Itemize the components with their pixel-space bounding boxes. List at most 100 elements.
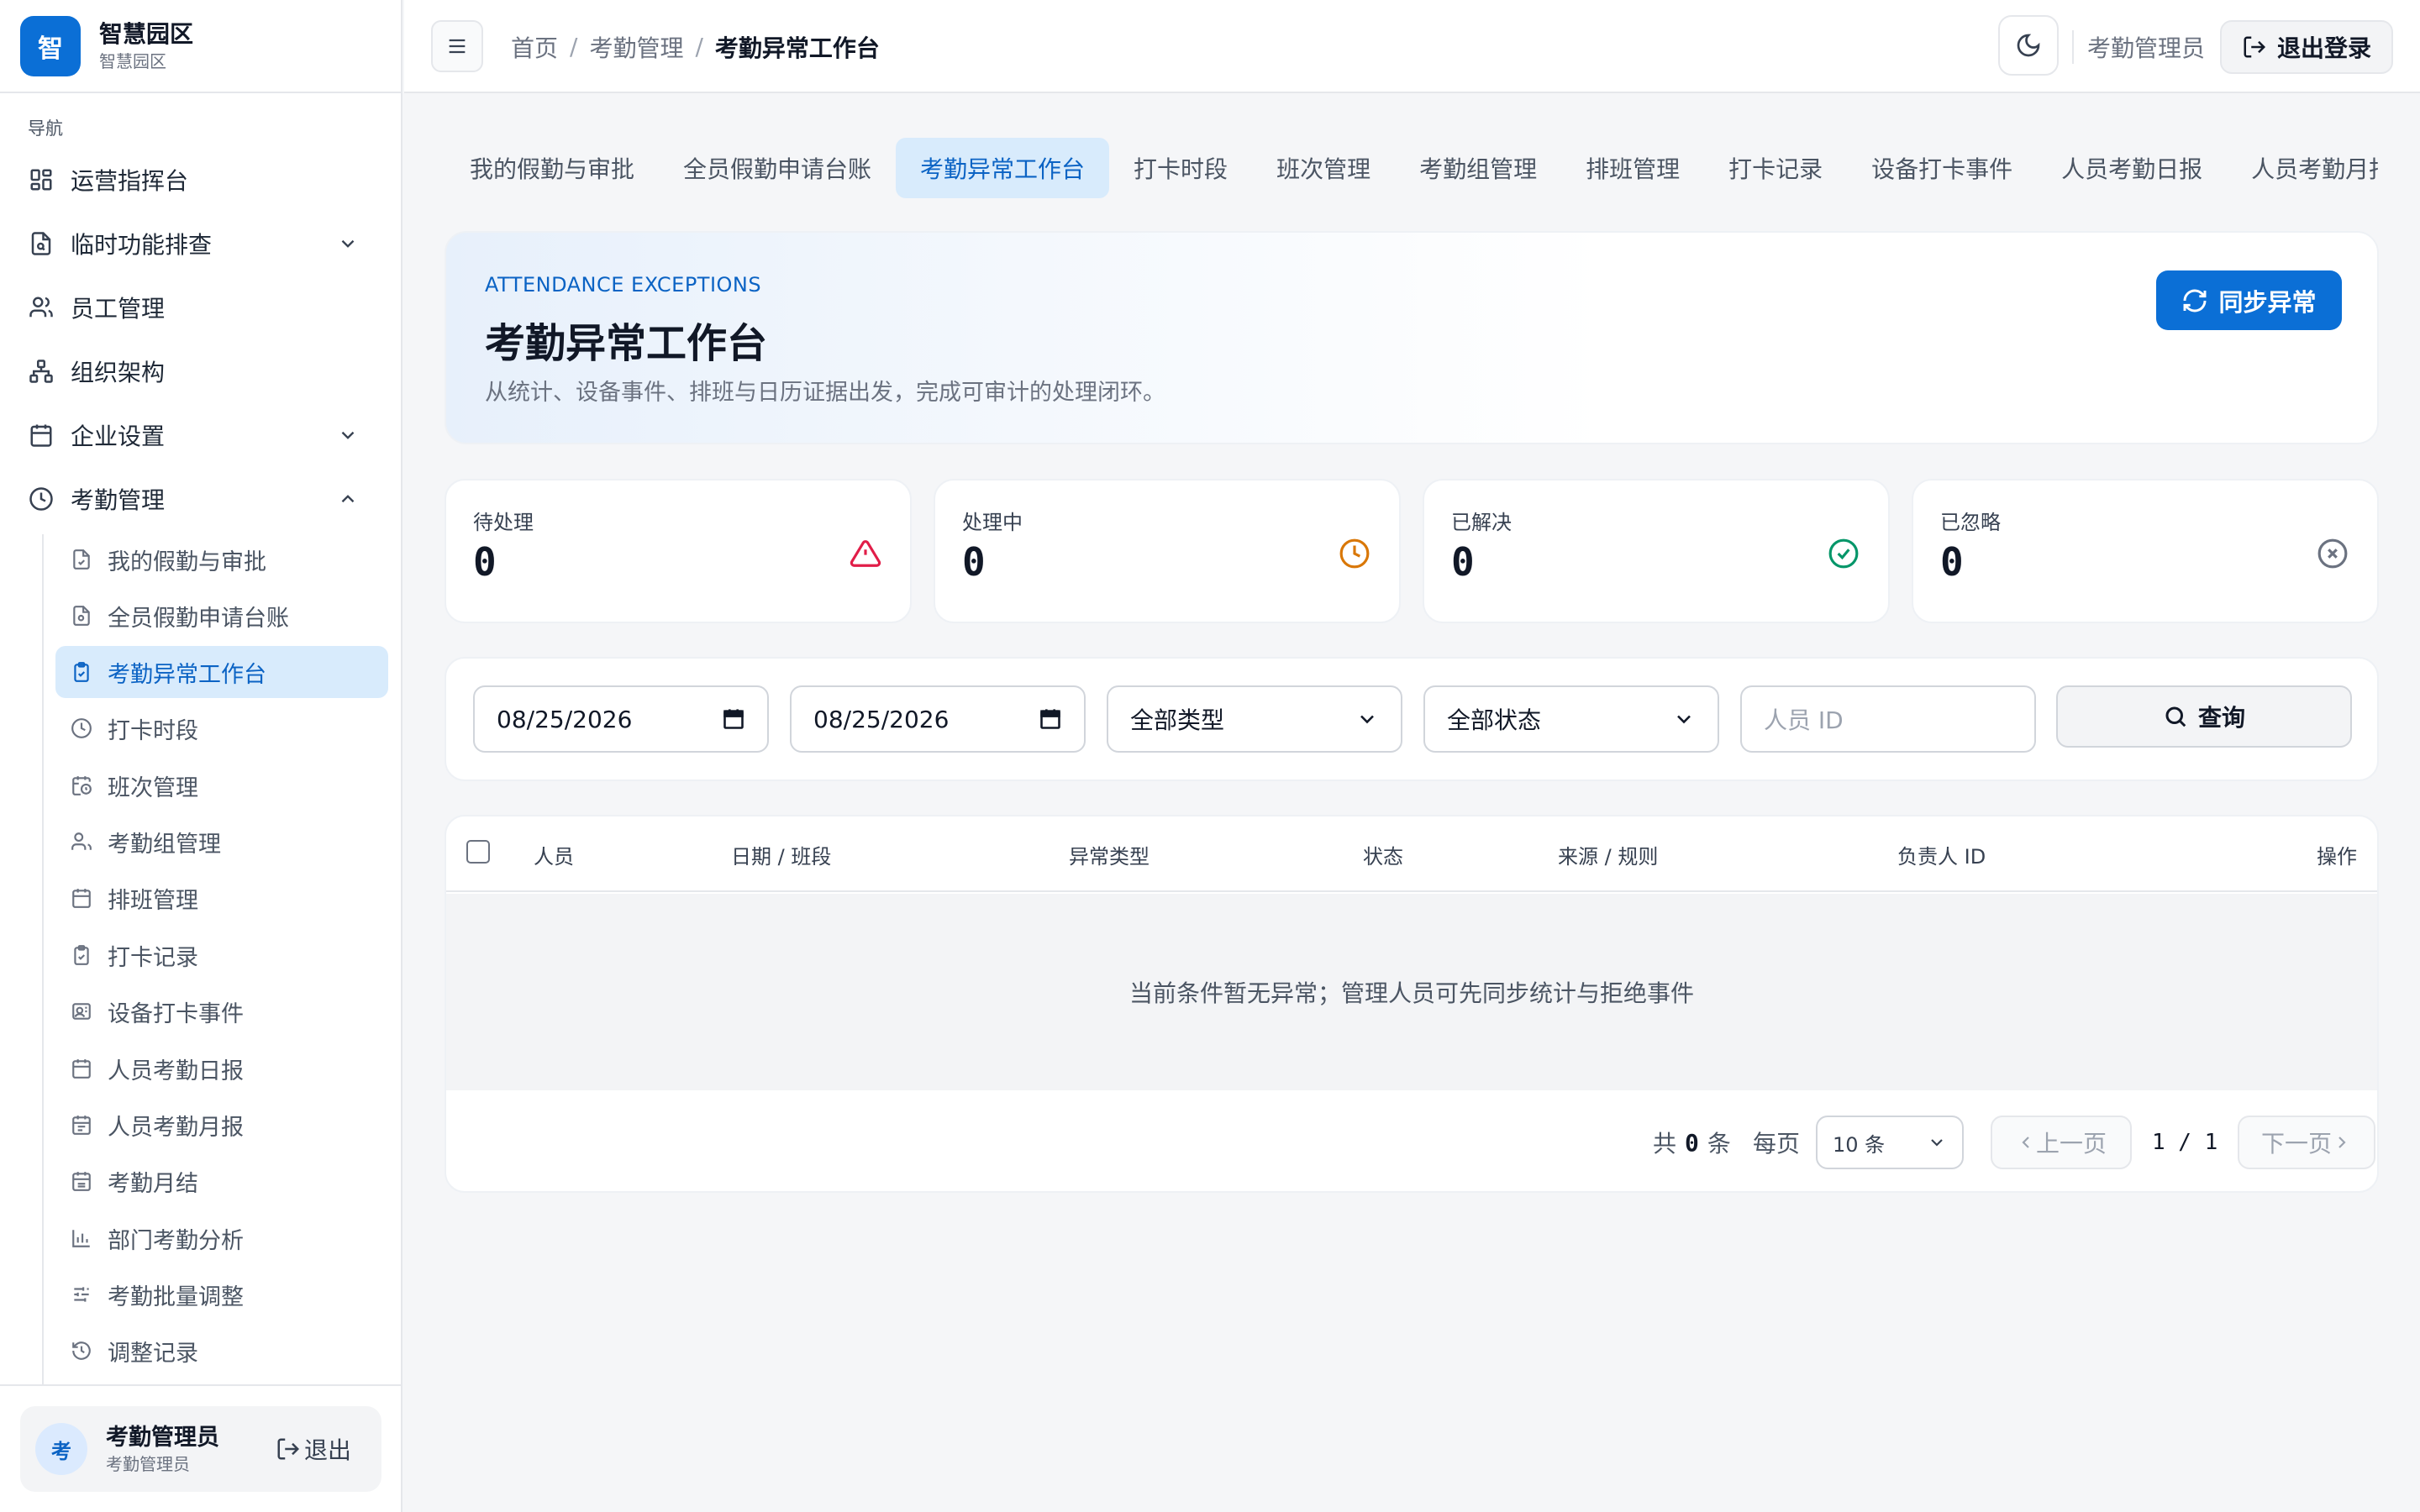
sidebar-subitem-daily-report[interactable]: 人员考勤日报 [55,1042,388,1095]
calendar-icon[interactable] [722,707,745,731]
calendar-check-icon [71,1170,92,1192]
sidebar-item-temp-debug[interactable]: 临时功能排查 [17,217,384,270]
theme-toggle-button[interactable] [1998,15,2059,76]
sidebar-item-enterprise-settings[interactable]: 企业设置 [17,408,384,462]
logout-button[interactable]: 退出登录 [2220,20,2393,74]
user-name: 考勤管理员 [106,1425,219,1451]
query-button[interactable]: 查询 [2056,685,2352,748]
pagination: 共0条 每页 10 条 上一页 1 / 1 下一页 [446,1090,2377,1191]
page-hero: ATTENDANCE EXCEPTIONS 考勤异常工作台 从统计、设备事件、排… [445,231,2379,444]
stat-card-processing: 处理中 0 [934,479,1401,623]
sidebar-subitem-month-close[interactable]: 考勤月结 [55,1155,388,1207]
header-divider [2072,30,2074,64]
column-header-status[interactable]: 状态 [1363,816,1403,892]
brand-title: 智慧园区 [99,19,194,48]
sidebar-subitem-label: 人员考勤月报 [108,1114,244,1141]
tab-scheduling[interactable]: 排班管理 [1561,138,1704,198]
tab-daily-report[interactable]: 人员考勤日报 [2037,138,2227,198]
calendar-icon[interactable] [1039,707,1062,731]
next-page-button[interactable]: 下一页 [2238,1116,2375,1169]
table-header: 人员 日期 / 班段 异常类型 状态 来源 / 规则 负责人 ID 操作 [446,816,2377,892]
sidebar: 智 智慧园区 智慧园区 导航 运营指挥台 临时功能排查 员工管理 组织架构 企业… [0,0,402,1512]
sidebar-item-ops-dashboard[interactable]: 运营指挥台 [17,153,384,207]
stat-label: 已忽略 [1940,511,2001,534]
sidebar-item-label: 运营指挥台 [71,167,189,195]
topbar: 首页 / 考勤管理 / 考勤异常工作台 考勤管理员 退出登录 [404,0,2420,93]
column-header-exception-type[interactable]: 异常类型 [1069,816,1150,892]
tab-my-leave[interactable]: 我的假勤与审批 [445,138,659,198]
sidebar-subitem-monthly-report[interactable]: 人员考勤月报 [55,1099,388,1151]
sidebar-subitem-punch-records[interactable]: 打卡记录 [55,929,388,981]
tab-groups[interactable]: 考勤组管理 [1395,138,1561,198]
tab-punch-periods[interactable]: 打卡时段 [1109,138,1252,198]
subnav-guide-line [42,534,44,1384]
sidebar-item-label: 临时功能排查 [71,231,213,259]
stat-value: 0 [1940,539,1964,585]
sidebar-item-label: 考勤管理 [71,486,166,514]
sidebar-subitem-my-leave[interactable]: 我的假勤与审批 [55,533,388,585]
page-size-select[interactable]: 10 条 [1816,1116,1964,1169]
logout-icon [2242,34,2267,60]
sidebar-item-org-structure[interactable]: 组织架构 [17,344,384,398]
x-circle-icon [2317,538,2349,570]
status-select[interactable]: 全部状态 [1423,685,1719,753]
tab-punch-records[interactable]: 打卡记录 [1704,138,1847,198]
clipboard-check-icon [71,661,92,683]
type-select[interactable]: 全部类型 [1107,685,1402,753]
sidebar-item-label: 组织架构 [71,359,166,386]
sidebar-subitem-device-events[interactable]: 设备打卡事件 [55,985,388,1037]
breadcrumb-separator: / [570,33,578,60]
check-circle-icon [1828,538,1860,570]
breadcrumb-attendance[interactable]: 考勤管理 [589,30,683,64]
tab-monthly-report[interactable]: 人员考勤月报 [2227,138,2378,198]
breadcrumb-home[interactable]: 首页 [511,30,558,64]
sidebar-subitem-scheduling[interactable]: 排班管理 [55,872,388,924]
chevron-left-icon [2016,1132,2036,1152]
column-header-owner-id[interactable]: 负责人 ID [1897,816,1986,892]
tab-exception-workbench[interactable]: 考勤异常工作台 [896,138,1110,198]
column-header-date-shift[interactable]: 日期 / 班段 [731,816,831,892]
menu-toggle-button[interactable] [431,20,483,72]
sidebar-item-employees[interactable]: 员工管理 [17,281,384,334]
stat-card-pending: 待处理 0 [445,479,912,623]
empty-message: 当前条件暂无异常；管理人员可先同步统计与拒绝事件 [1128,979,1694,1007]
sidebar-subitem-exception-workbench[interactable]: 考勤异常工作台 [55,646,388,698]
sidebar-subitem-batch-adjust[interactable]: 考勤批量调整 [55,1268,388,1320]
sidebar-subitem-label: 调整记录 [108,1340,198,1367]
sync-label: 同步异常 [2218,287,2317,317]
page-title: 考勤异常工作台 [485,320,768,367]
chevron-down-icon [1355,707,1379,731]
end-date-input[interactable]: 08/25/2026 [790,685,1086,753]
tab-device-events[interactable]: 设备打卡事件 [1847,138,2037,198]
nav-section-label: 导航 [28,118,63,139]
tab-shifts[interactable]: 班次管理 [1252,138,1395,198]
clock-icon [71,717,92,739]
column-header-person[interactable]: 人员 [534,816,574,892]
header-role: 考勤管理员 [2087,34,2206,62]
prev-page-label: 上一页 [2035,1130,2107,1158]
person-id-input[interactable]: 人员 ID [1740,685,2036,753]
sidebar-subitem-punch-periods[interactable]: 打卡时段 [55,702,388,754]
sidebar-subitem-groups[interactable]: 考勤组管理 [55,816,388,868]
calendar-days-icon [71,1114,92,1136]
sidebar-subitem-label: 考勤异常工作台 [108,661,266,688]
sidebar-subitem-adjust-history[interactable]: 调整记录 [55,1325,388,1377]
sidebar-subitem-label: 排班管理 [108,887,198,914]
sidebar-subitem-leave-ledger[interactable]: 全员假勤申请台账 [55,590,388,642]
tab-leave-ledger[interactable]: 全员假勤申请台账 [659,138,896,198]
sidebar-subitem-dept-analysis[interactable]: 部门考勤分析 [55,1212,388,1264]
prev-page-button[interactable]: 上一页 [1991,1116,2132,1169]
brand-subtitle: 智慧园区 [99,50,166,71]
stat-value: 0 [473,539,497,585]
sidebar-logout-button[interactable]: 退出 [276,1432,351,1466]
start-date-input[interactable]: 08/25/2026 [473,685,769,753]
sidebar-subitem-shifts[interactable]: 班次管理 [55,759,388,811]
breadcrumb-separator: / [695,33,703,60]
sync-exceptions-button[interactable]: 同步异常 [2156,270,2342,330]
calendar-icon [71,1058,92,1079]
select-all-checkbox[interactable] [466,840,490,864]
dashboard-icon [29,167,54,192]
column-header-source-rule[interactable]: 来源 / 规则 [1558,816,1658,892]
sidebar-item-attendance[interactable]: 考勤管理 [17,472,384,526]
users-icon [71,831,92,853]
